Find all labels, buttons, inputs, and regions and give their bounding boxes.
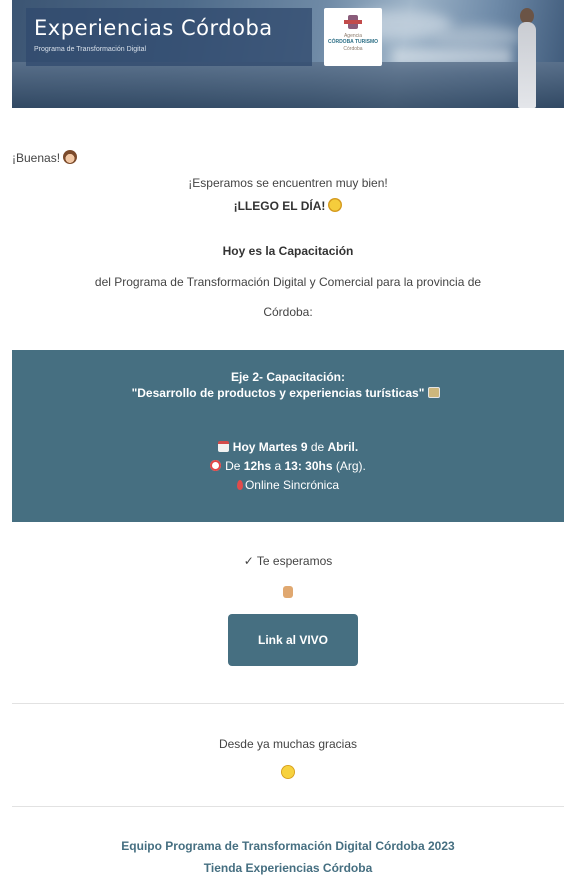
divider [12, 703, 564, 704]
agency-logo: Agencia CÓRDOBA TURISMO Córdoba [324, 8, 382, 66]
event-title: Eje 2- Capacitación: [230, 370, 346, 384]
banner-cloud [432, 26, 522, 48]
pointing-hand-icon [283, 586, 293, 598]
calendar-icon [217, 441, 229, 452]
greeting: ¡Buenas! [12, 150, 78, 165]
alarm-clock-icon [210, 460, 222, 471]
intro-line-1: ¡Esperamos se encuentren muy bien! [188, 176, 388, 190]
chalkboard-icon [428, 387, 441, 398]
event-location: Online Sincrónica [12, 478, 564, 492]
event-time: De 12hs a 13: 30hs (Arg). [12, 459, 564, 473]
footer-team: Equipo Programa de Transformación Digita… [121, 839, 455, 853]
smile-emoji-icon [281, 764, 295, 782]
event-subtitle: "Desarrollo de productos y experiencias … [131, 386, 425, 400]
header-banner: Experiencias Córdoba Programa de Transfo… [12, 0, 564, 108]
event-details-box: Eje 2- Capacitación: "Desarrollo de prod… [12, 350, 564, 522]
thanks-text: Desde ya muchas gracias [218, 737, 358, 751]
intro-line-4: del Programa de Transformación Digital y… [94, 275, 482, 289]
intro-line-3: Hoy es la Capacitación [222, 244, 354, 258]
banner-landscape [12, 62, 564, 108]
footer-store: Tienda Experiencias Córdoba [203, 861, 373, 875]
intro-line-5: Córdoba: [263, 305, 313, 319]
banner-person-image [514, 4, 540, 108]
brand-title: Experiencias Córdoba [34, 16, 273, 40]
location-pin-icon [236, 480, 243, 490]
event-date: Hoy Martes 9 de Abril. [12, 440, 564, 454]
live-link-button[interactable]: Link al VIVO [228, 614, 358, 666]
intro-line-2: ¡LLEGO EL DÍA! [12, 198, 564, 213]
brand-subtitle: Programa de Transformación Digital [34, 46, 147, 53]
star-struck-emoji-icon [328, 198, 343, 212]
invite-text: ✓ Te esperamos [243, 554, 333, 568]
girl-emoji-icon [63, 150, 78, 164]
divider [12, 806, 564, 807]
